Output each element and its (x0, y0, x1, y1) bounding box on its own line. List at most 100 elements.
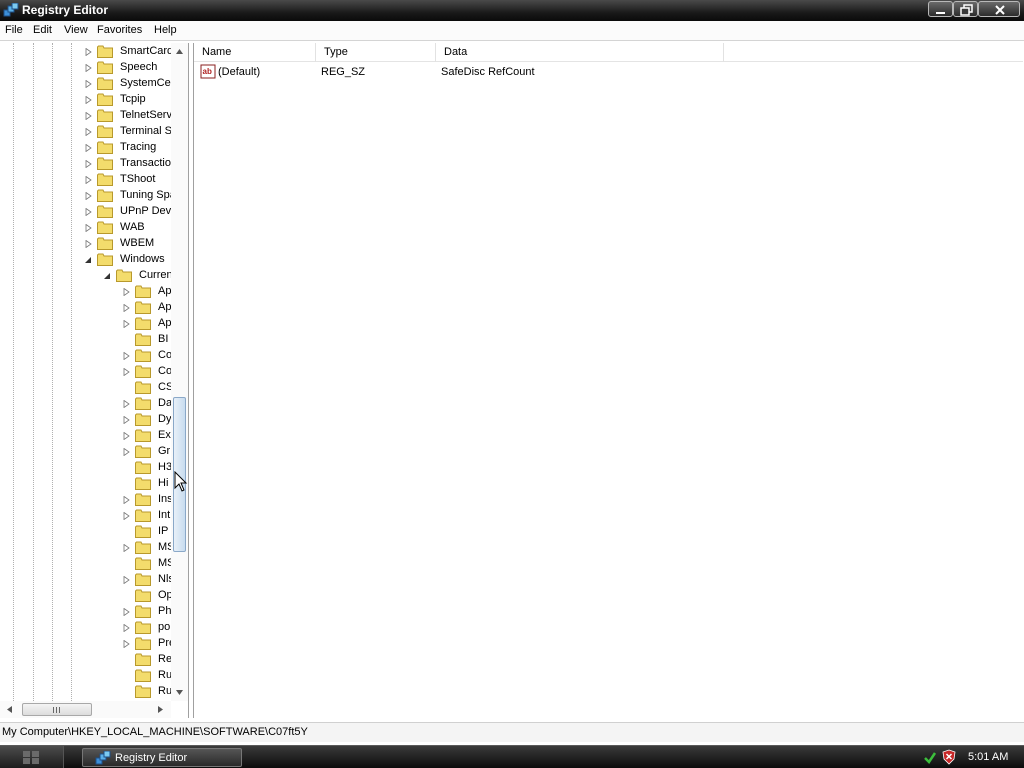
collapsed-triangle-icon[interactable] (123, 544, 130, 552)
clock[interactable]: 5:01 AM (968, 751, 1008, 763)
menu-favorites[interactable]: Favorites (97, 24, 142, 36)
collapsed-triangle-icon[interactable] (85, 112, 92, 120)
tree-item[interactable]: Ins (0, 492, 171, 508)
tree-item[interactable]: MS (0, 556, 171, 572)
collapsed-triangle-icon[interactable] (123, 512, 130, 520)
tree-item[interactable]: Speech (0, 60, 171, 76)
menu-view[interactable]: View (64, 24, 88, 36)
tree-item[interactable]: Da (0, 396, 171, 412)
column-header-type[interactable]: Type (316, 43, 436, 62)
tree-item[interactable]: Nls (0, 572, 171, 588)
tree-item[interactable]: Ru (0, 684, 171, 700)
collapsed-triangle-icon[interactable] (85, 176, 92, 184)
collapsed-triangle-icon[interactable] (123, 352, 130, 360)
restore-button[interactable] (953, 1, 978, 17)
collapsed-triangle-icon[interactable] (85, 128, 92, 136)
tree-item[interactable]: Hi (0, 476, 171, 492)
collapsed-triangle-icon[interactable] (85, 64, 92, 72)
tree-item[interactable]: SystemCer (0, 76, 171, 92)
tree-item[interactable]: Op (0, 588, 171, 604)
tree-item[interactable]: MS (0, 540, 171, 556)
tree-item[interactable]: Int (0, 508, 171, 524)
tree-item[interactable]: po (0, 620, 171, 636)
expanded-triangle-icon[interactable] (85, 256, 92, 264)
value-row[interactable]: ab (Default) REG_SZ SafeDisc RefCount (194, 64, 1023, 80)
tree-item[interactable]: Ex (0, 428, 171, 444)
tree-item[interactable]: WAB (0, 220, 171, 236)
collapsed-triangle-icon[interactable] (85, 144, 92, 152)
tree-item[interactable]: Tcpip (0, 92, 171, 108)
collapsed-triangle-icon[interactable] (123, 576, 130, 584)
values-list-pane[interactable]: Name Type Data ab (Default) REG_SZ SafeD… (193, 43, 1023, 718)
tree-item[interactable]: Curren (0, 268, 171, 284)
tree-item[interactable]: TelnetServ (0, 108, 171, 124)
tree-item[interactable]: Dy (0, 412, 171, 428)
tree-item[interactable]: Ru (0, 668, 171, 684)
scroll-right-icon[interactable] (156, 705, 165, 714)
menu-file[interactable]: File (5, 24, 23, 36)
close-button[interactable] (978, 1, 1020, 17)
collapsed-triangle-icon[interactable] (85, 80, 92, 88)
tree-item[interactable]: Pre (0, 636, 171, 652)
collapsed-triangle-icon[interactable] (123, 432, 130, 440)
column-header-name[interactable]: Name (194, 43, 316, 62)
collapsed-triangle-icon[interactable] (85, 160, 92, 168)
collapsed-triangle-icon[interactable] (85, 96, 92, 104)
collapsed-triangle-icon[interactable] (85, 240, 92, 248)
tree-item[interactable]: Tuning Spa (0, 188, 171, 204)
tree-horizontal-scrollbar[interactable] (0, 701, 171, 718)
minimize-button[interactable] (928, 1, 953, 17)
tree-item[interactable]: IP (0, 524, 171, 540)
title-bar[interactable]: Registry Editor (0, 0, 1024, 21)
scroll-down-icon[interactable] (175, 688, 184, 697)
tree-item[interactable]: Ap (0, 284, 171, 300)
scroll-left-icon[interactable] (5, 705, 14, 714)
tree-item[interactable]: Terminal S (0, 124, 171, 140)
tree-item[interactable]: Co (0, 348, 171, 364)
tree-item[interactable]: Windows (0, 252, 171, 268)
tree-item[interactable]: Ap (0, 300, 171, 316)
collapsed-triangle-icon[interactable] (123, 448, 130, 456)
collapsed-triangle-icon[interactable] (85, 208, 92, 216)
collapsed-triangle-icon[interactable] (123, 640, 130, 648)
expanded-triangle-icon[interactable] (104, 272, 111, 280)
scroll-thumb-horizontal[interactable] (22, 703, 92, 716)
tree-item[interactable]: Re (0, 652, 171, 668)
column-header-data[interactable]: Data (436, 43, 724, 62)
collapsed-triangle-icon[interactable] (85, 48, 92, 56)
tree-item[interactable]: CS (0, 380, 171, 396)
tree-vertical-scrollbar[interactable] (171, 43, 188, 701)
tree-item[interactable]: TShoot (0, 172, 171, 188)
tree-item[interactable]: Tracing (0, 140, 171, 156)
tree-item[interactable]: Ap (0, 316, 171, 332)
tree-item[interactable]: SmartCard (0, 44, 171, 60)
network-icon[interactable] (923, 750, 937, 764)
start-button[interactable] (0, 746, 64, 768)
tree-item[interactable]: Co (0, 364, 171, 380)
security-shield-icon[interactable] (942, 749, 956, 765)
collapsed-triangle-icon[interactable] (85, 224, 92, 232)
collapsed-triangle-icon[interactable] (123, 624, 130, 632)
tree-item[interactable]: Gr (0, 444, 171, 460)
key-tree[interactable]: SmartCard Speech SystemCer Tcpip TelnetServ T… (0, 43, 171, 701)
collapsed-triangle-icon[interactable] (123, 400, 130, 408)
tree-item[interactable]: UPnP Devi (0, 204, 171, 220)
tree-item[interactable]: Ph (0, 604, 171, 620)
tree-item[interactable]: Transactio (0, 156, 171, 172)
tree-item[interactable]: WBEM (0, 236, 171, 252)
collapsed-triangle-icon[interactable] (123, 496, 130, 504)
collapsed-triangle-icon[interactable] (123, 304, 130, 312)
collapsed-triangle-icon[interactable] (123, 416, 130, 424)
key-tree-pane[interactable]: SmartCard Speech SystemCer Tcpip TelnetServ T… (0, 43, 189, 718)
menu-help[interactable]: Help (154, 24, 177, 36)
collapsed-triangle-icon[interactable] (85, 192, 92, 200)
taskbar-item-registry-editor[interactable]: Registry Editor (82, 748, 242, 767)
tree-item[interactable]: BI (0, 332, 171, 348)
collapsed-triangle-icon[interactable] (123, 320, 130, 328)
tree-item[interactable]: H3 (0, 460, 171, 476)
collapsed-triangle-icon[interactable] (123, 368, 130, 376)
menu-edit[interactable]: Edit (33, 24, 52, 36)
collapsed-triangle-icon[interactable] (123, 608, 130, 616)
collapsed-triangle-icon[interactable] (123, 288, 130, 296)
scroll-up-icon[interactable] (175, 47, 184, 56)
